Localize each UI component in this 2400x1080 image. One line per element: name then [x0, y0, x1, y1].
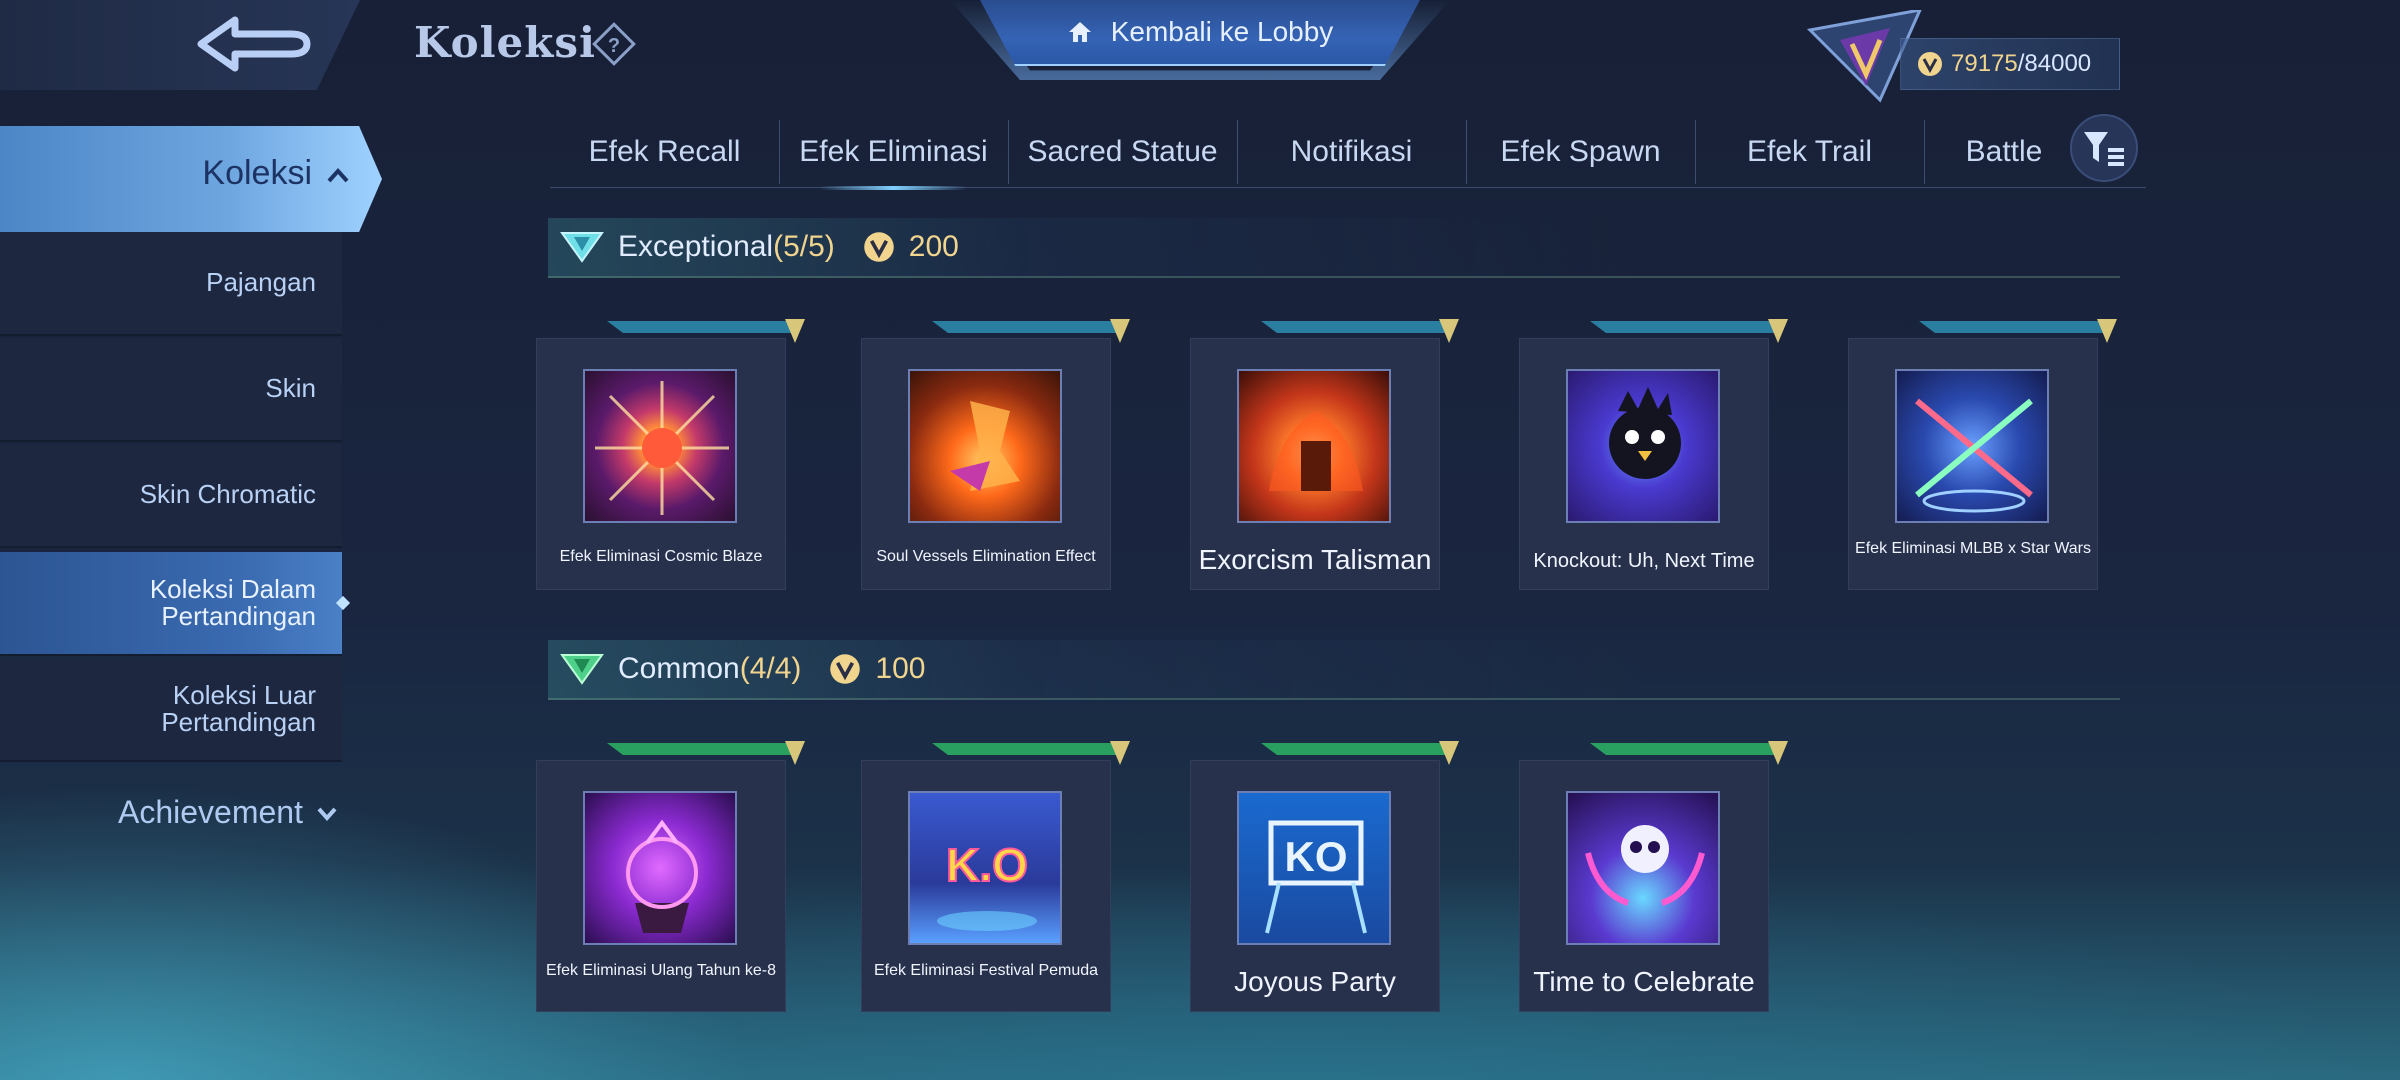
soul-vessels-image [908, 369, 1062, 523]
ulang-tahun-image [583, 791, 737, 945]
tab-efek-trail[interactable]: Efek Trail [1695, 116, 1924, 188]
chevron-down-icon [317, 807, 337, 821]
sidebar-item-skin-chromatic[interactable]: Skin Chromatic [0, 444, 342, 548]
section-header-exceptional: Exceptional(5/5) 200 [548, 218, 2120, 278]
section-points: 100 [875, 652, 926, 685]
card-label: Soul Vessels Elimination Effect [876, 548, 1096, 565]
sidebar-item-label: Koleksi Luar Pertandingan [161, 679, 316, 737]
collection-card[interactable]: Efek Eliminasi MLBB x Star Wars [1848, 319, 2117, 590]
lobby-inner: Kembali ke Lobby [980, 0, 1420, 66]
card-label: Efek Eliminasi Festival Pemuda [873, 962, 1099, 979]
collection-card[interactable]: KO Joyous Party [1190, 741, 1459, 1012]
chevron-up-icon [327, 168, 349, 183]
section-name: Exceptional [618, 230, 774, 263]
achievement-label: Achievement [118, 794, 303, 830]
sidebar-item-label: Koleksi Dalam Pertandingan [149, 573, 316, 631]
sidebar-item-koleksi-dalam-pertandingan[interactable]: Koleksi Dalam Pertandingan [0, 552, 342, 656]
section-count: (4/4) [739, 652, 802, 685]
tab-efek-recall[interactable]: Efek Recall [550, 116, 779, 188]
cosmic-blaze-image [583, 369, 737, 523]
collection-card[interactable]: Efek Eliminasi Cosmic Blaze [536, 319, 805, 590]
time-to-celebrate-image [1566, 791, 1720, 945]
rarity-ribbon [607, 319, 805, 343]
festival-pemuda-image: K.O [908, 791, 1062, 945]
back-to-lobby-button[interactable]: Kembali ke Lobby [950, 0, 1450, 80]
lobby-label: Kembali ke Lobby [1110, 16, 1334, 47]
collection-points: 79175/84000 [1800, 10, 2120, 103]
help-icon[interactable]: ? [590, 20, 638, 68]
rarity-ribbon [1261, 319, 1459, 343]
collection-card[interactable]: Time to Celebrate [1519, 741, 1788, 1012]
tab-efek-eliminasi[interactable]: Efek Eliminasi [779, 116, 1008, 190]
sidebar-item-koleksi-luar-pertandingan[interactable]: Koleksi Luar Pertandingan [0, 658, 342, 762]
collection-card[interactable]: Exorcism Talisman [1190, 319, 1459, 590]
points-icon [1918, 52, 1942, 76]
points-icon [864, 232, 894, 262]
rarity-ribbon [932, 319, 1130, 343]
tab-sacred-statue[interactable]: Sacred Statue [1008, 116, 1237, 188]
collection-card[interactable]: Soul Vessels Elimination Effect [861, 319, 1130, 590]
sidebar-item-skin[interactable]: Skin [0, 338, 342, 442]
exceptional-rank-icon [560, 232, 604, 263]
rarity-ribbon [932, 741, 1130, 765]
collection-card[interactable]: Efek Eliminasi Ulang Tahun ke-8 [536, 741, 805, 1012]
rarity-ribbon [607, 741, 805, 765]
card-label: Knockout: Uh, Next Time [1533, 550, 1755, 572]
sidebar-achievement[interactable]: Achievement [118, 794, 339, 831]
ko-text: KO [1285, 833, 1348, 880]
card-label: Efek Eliminasi Cosmic Blaze [559, 548, 763, 565]
section-points: 200 [908, 230, 959, 263]
back-arrow-icon [197, 16, 311, 72]
sidebar-main-label: Koleksi [202, 154, 312, 192]
section-name: Common [618, 652, 740, 685]
sidebar-item-pajangan[interactable]: Pajangan [0, 232, 342, 336]
points-max: /84000 [2017, 50, 2092, 77]
sidebar-main-koleksi[interactable]: Koleksi [0, 126, 382, 232]
mlbb-star-wars-image [1895, 369, 2049, 523]
tab-notifikasi[interactable]: Notifikasi [1237, 116, 1466, 188]
points-icon [830, 654, 861, 684]
back-button[interactable] [190, 12, 320, 80]
rarity-ribbon [1919, 319, 2117, 343]
card-label: Efek Eliminasi Ulang Tahun ke-8 [545, 962, 777, 979]
card-label: Time to Celebrate [1533, 966, 1755, 997]
exorcism-talisman-image [1237, 369, 1391, 523]
card-label: Joyous Party [1234, 966, 1396, 997]
rarity-ribbon [1590, 319, 1788, 343]
filter-icon [2084, 132, 2124, 166]
card-label: Exorcism Talisman [1198, 544, 1432, 575]
sidebar-item-label: Pajangan [206, 267, 316, 298]
sidebar-item-label: Skin [265, 373, 316, 404]
category-tabs: Efek Recall Efek Eliminasi Sacred Statue… [550, 116, 2146, 190]
joyous-party-image: KO [1237, 791, 1391, 945]
page-title: Koleksi [414, 18, 596, 67]
common-rank-icon [560, 654, 604, 685]
tab-battle[interactable]: Battle [1924, 116, 2084, 188]
section-header-common: Common(4/4) 100 [548, 640, 2120, 700]
svg-text:?: ? [608, 35, 620, 57]
card-label: Efek Eliminasi MLBB x Star Wars [1855, 540, 2091, 557]
section-count: (5/5) [773, 230, 835, 263]
tab-efek-spawn[interactable]: Efek Spawn [1466, 116, 1695, 188]
collection-card[interactable]: K.O Efek Eliminasi Festival Pemuda [861, 741, 1130, 1012]
points-current: 79175 [1951, 50, 2018, 77]
collection-card[interactable]: Knockout: Uh, Next Time [1519, 319, 1788, 590]
home-icon [1068, 22, 1091, 42]
rarity-ribbon [1590, 741, 1788, 765]
ko-text: K.O [946, 839, 1028, 891]
points-box: 79175/84000 [1900, 38, 2120, 90]
knockout-uh-next-time-image [1566, 369, 1720, 523]
sidebar-item-label: Skin Chromatic [139, 479, 316, 510]
filter-button[interactable] [2070, 114, 2138, 182]
rarity-ribbon [1261, 741, 1459, 765]
